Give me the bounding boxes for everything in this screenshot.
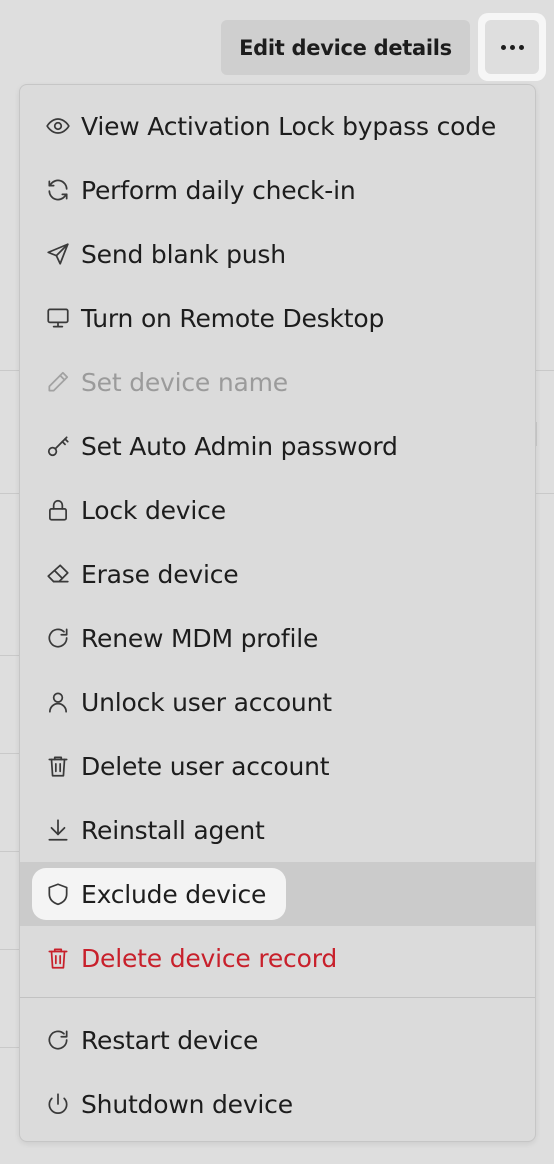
menu-item-renew-mdm-profile[interactable]: Renew MDM profile	[20, 606, 535, 670]
download-icon	[44, 816, 72, 844]
background-divider	[0, 370, 19, 371]
menu-item-delete-device-record[interactable]: Delete device record	[20, 926, 535, 990]
menu-item-view-activation-lock-bypass-code[interactable]: View Activation Lock bypass code	[20, 94, 535, 158]
menu-item-restart-device[interactable]: Restart device	[20, 1008, 535, 1072]
menu-item-label: Shutdown device	[81, 1089, 293, 1119]
shield-icon	[44, 880, 72, 908]
menu-item-set-device-name: Set device name	[20, 350, 535, 414]
ellipsis-icon	[485, 20, 539, 74]
menu-item-label: Exclude device	[81, 879, 267, 909]
menu-item-label: Unlock user account	[81, 687, 332, 717]
menu-item-label: Set Auto Admin password	[81, 431, 398, 461]
menu-divider	[20, 997, 535, 998]
menu-item-label: Lock device	[81, 495, 226, 525]
eraser-icon	[44, 560, 72, 588]
device-actions-menu: View Activation Lock bypass code Perform…	[19, 84, 536, 1142]
menu-item-label: Restart device	[81, 1025, 259, 1055]
menu-item-unlock-user-account[interactable]: Unlock user account	[20, 670, 535, 734]
trash-icon	[44, 944, 72, 972]
menu-item-perform-daily-check-in[interactable]: Perform daily check-in	[20, 158, 535, 222]
menu-item-delete-user-account[interactable]: Delete user account	[20, 734, 535, 798]
menu-item-shutdown-device[interactable]: Shutdown device	[20, 1072, 535, 1136]
rotate-icon	[44, 624, 72, 652]
background-divider	[0, 493, 19, 494]
menu-item-erase-device[interactable]: Erase device	[20, 542, 535, 606]
trash-icon	[44, 752, 72, 780]
menu-item-reinstall-agent[interactable]: Reinstall agent	[20, 798, 535, 862]
menu-item-send-blank-push[interactable]: Send blank push	[20, 222, 535, 286]
menu-item-label: Set device name	[81, 367, 288, 397]
background-divider	[0, 949, 19, 950]
menu-item-label: Send blank push	[81, 239, 286, 269]
menu-item-set-auto-admin-password[interactable]: Set Auto Admin password	[20, 414, 535, 478]
send-icon	[44, 240, 72, 268]
background-input-edge	[536, 422, 537, 446]
refresh-icon	[44, 176, 72, 204]
edit-device-details-button[interactable]: Edit device details	[221, 20, 470, 75]
menu-item-turn-on-remote-desktop[interactable]: Turn on Remote Desktop	[20, 286, 535, 350]
menu-item-label: Turn on Remote Desktop	[81, 303, 385, 333]
menu-item-label: Delete device record	[81, 943, 338, 973]
eye-icon	[44, 112, 72, 140]
menu-item-label: View Activation Lock bypass code	[81, 111, 497, 141]
user-icon	[44, 688, 72, 716]
monitor-icon	[44, 304, 72, 332]
background-divider	[0, 655, 19, 656]
menu-item-lock-device[interactable]: Lock device	[20, 478, 535, 542]
key-icon	[44, 432, 72, 460]
rotate-icon	[44, 1026, 72, 1054]
menu-item-label: Delete user account	[81, 751, 330, 781]
lock-icon	[44, 496, 72, 524]
background-divider	[0, 753, 19, 754]
background-divider	[536, 370, 554, 371]
background-divider	[536, 493, 554, 494]
power-icon	[44, 1090, 72, 1118]
more-actions-button[interactable]	[478, 13, 546, 81]
menu-item-label: Erase device	[81, 559, 239, 589]
background-divider	[0, 851, 19, 852]
menu-item-exclude-device[interactable]: Exclude device	[20, 862, 535, 926]
menu-item-label: Reinstall agent	[81, 815, 265, 845]
menu-item-label: Perform daily check-in	[81, 175, 356, 205]
pencil-icon	[44, 368, 72, 396]
background-divider	[0, 1047, 19, 1048]
menu-item-label: Renew MDM profile	[81, 623, 319, 653]
